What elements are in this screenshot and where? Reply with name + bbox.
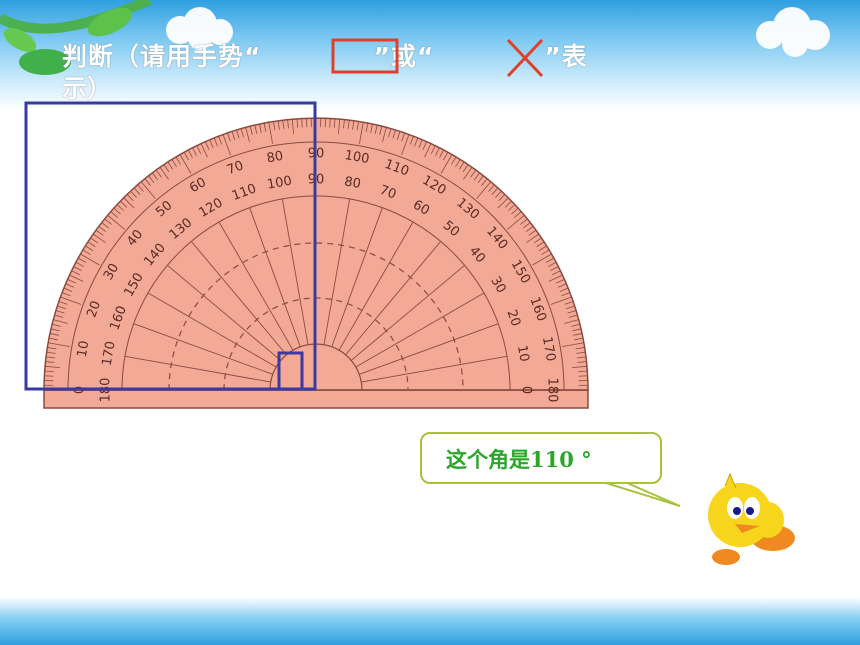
inner-scale-label: 10 [514,344,532,363]
inner-scale-label: 80 [343,174,362,192]
outer-scale-label: 180 [545,378,560,403]
outer-scale-label: 80 [266,149,285,167]
speech-bubble: 这个角是110 ° [420,432,662,484]
speech-bubble-text: 这个角是110 ° [446,447,592,472]
inner-scale-label: 0 [519,386,534,394]
protractor-base [43,389,589,409]
outer-scale-label: 10 [75,340,93,359]
bird-character-icon [708,472,795,565]
check-box-icon [331,38,399,74]
cross-icon [506,38,544,78]
protractor-scene: 01020304050607080 90 100 110120130140150160… [24,38,795,565]
